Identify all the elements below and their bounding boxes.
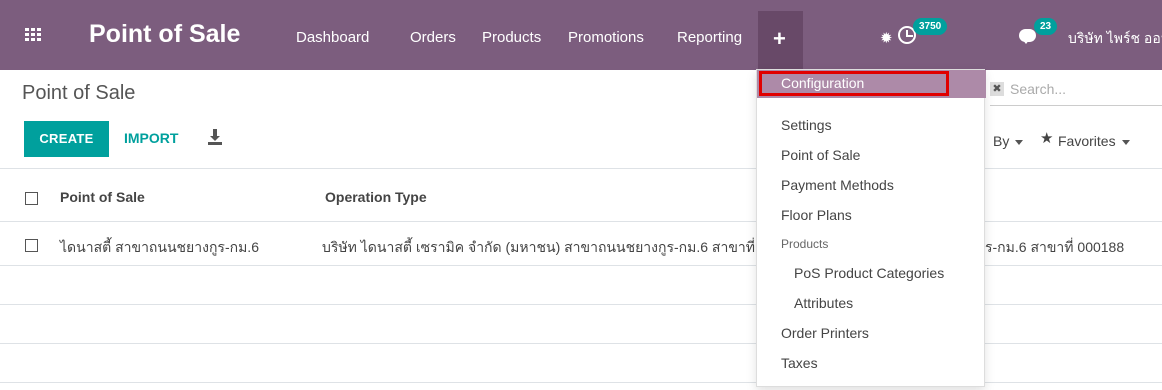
favorites-dropdown[interactable]: Favorites: [1058, 133, 1130, 149]
dropdown-item-pos-product-categories[interactable]: PoS Product Categories: [794, 265, 944, 281]
menu-products[interactable]: Products: [482, 29, 541, 46]
chevron-down-icon: [1015, 139, 1024, 145]
plus-icon: +: [773, 26, 786, 51]
remove-facet-icon[interactable]: ✖: [990, 82, 1004, 96]
cell-operation-type: บริษัท ไดนาสตี้ เซรามิค จำกัด (มหาชน) สา…: [322, 239, 758, 255]
dropdown-item-payment-methods[interactable]: Payment Methods: [781, 177, 894, 193]
row-divider: [0, 265, 1162, 266]
menu-reporting[interactable]: Reporting: [677, 29, 742, 46]
dropdown-item-order-printers[interactable]: Order Printers: [781, 325, 869, 341]
dropdown-section-products: Products: [781, 237, 829, 251]
red-highlight-box: [759, 71, 949, 96]
row-divider: [0, 304, 1162, 305]
search-bar[interactable]: ✖ Search...: [990, 78, 1162, 106]
top-navbar: Point of Sale Dashboard Orders Products …: [0, 0, 1162, 70]
activity-count-badge: 3750: [913, 18, 948, 35]
group-by-dropdown[interactable]: By: [993, 133, 1024, 149]
bug-icon[interactable]: ✹: [880, 29, 893, 47]
row-divider: [0, 343, 1162, 344]
favorites-label: Favorites: [1058, 133, 1116, 149]
menu-promotions[interactable]: Promotions: [568, 29, 644, 46]
import-button[interactable]: IMPORT: [124, 130, 178, 146]
cell-operation-type-trailing: ร-กม.6 สาขาที่ 000188: [985, 239, 1125, 255]
star-icon: ★: [1040, 130, 1054, 147]
column-header-point-of-sale[interactable]: Point of Sale: [60, 189, 145, 205]
create-button[interactable]: CREATE: [24, 121, 109, 157]
download-icon[interactable]: [208, 129, 222, 145]
dropdown-item-configuration[interactable]: Configuration: [757, 70, 986, 98]
company-switcher[interactable]: บริษัท ไพร์ช ออฟ: [1068, 28, 1162, 50]
list-top-divider: [0, 168, 1162, 169]
dropdown-item-point-of-sale[interactable]: Point of Sale: [781, 147, 860, 163]
dropdown-item-taxes[interactable]: Taxes: [781, 355, 818, 371]
dropdown-item-attributes[interactable]: Attributes: [794, 295, 853, 311]
cell-point-of-sale: ไดนาสตี้ สาขาถนนชยางกูร-กม.6: [60, 239, 259, 255]
row-divider: [0, 382, 1162, 383]
dropdown-item-floor-plans[interactable]: Floor Plans: [781, 207, 852, 223]
column-header-operation-type[interactable]: Operation Type: [325, 189, 427, 205]
menu-orders[interactable]: Orders: [410, 29, 456, 46]
chat-icon[interactable]: [1019, 29, 1036, 44]
dropdown-item-settings[interactable]: Settings: [781, 117, 832, 133]
message-count-badge: 23: [1034, 18, 1058, 35]
select-all-checkbox[interactable]: [25, 192, 38, 205]
group-by-label: By: [993, 133, 1010, 149]
breadcrumb: Point of Sale: [22, 82, 136, 104]
header-divider: [0, 221, 1162, 222]
row-checkbox[interactable]: [25, 239, 38, 252]
chevron-down-icon: [1121, 139, 1130, 145]
menu-dashboard[interactable]: Dashboard: [296, 29, 369, 46]
plus-menu-button[interactable]: +: [758, 11, 803, 70]
configuration-dropdown-menu: Configuration Settings Point of Sale Pay…: [756, 69, 986, 387]
cell-operation-type-wrapper: บริษัท ไดนาสตี้ เซรามิค จำกัด (มหาชน) สา…: [322, 232, 758, 258]
app-title[interactable]: Point of Sale: [89, 20, 240, 49]
apps-icon[interactable]: [25, 28, 41, 42]
search-input[interactable]: Search...: [1010, 81, 1066, 97]
